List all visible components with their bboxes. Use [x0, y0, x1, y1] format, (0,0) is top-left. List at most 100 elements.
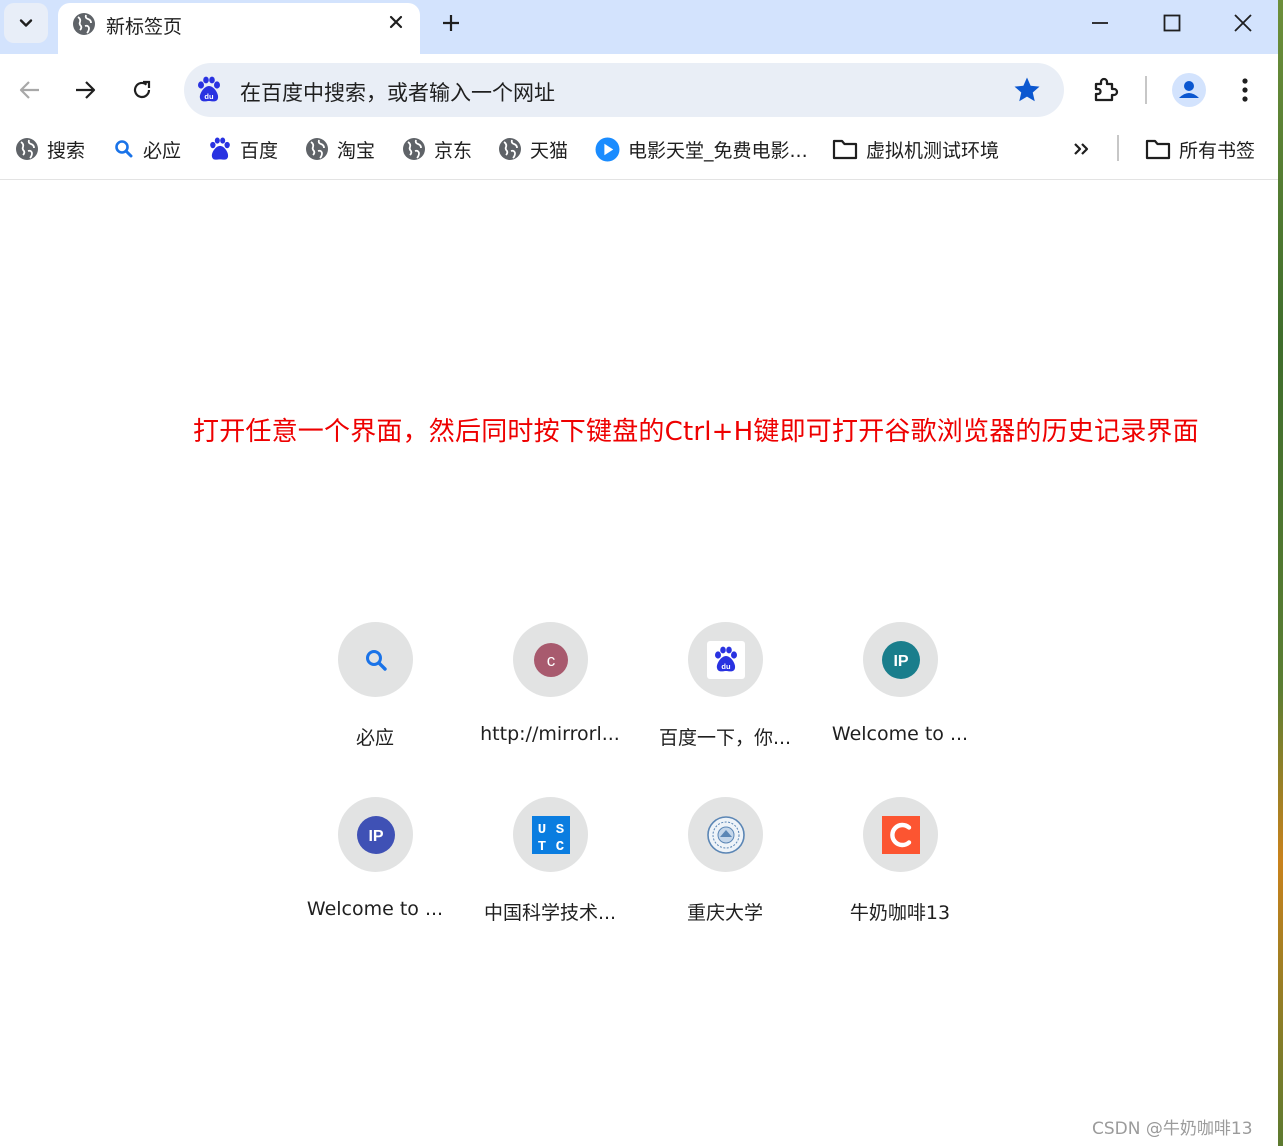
shortcut-tile[interactable]: c http://mirrorl... — [475, 622, 625, 772]
profile-button[interactable] — [1170, 71, 1208, 109]
shortcut-tile[interactable]: 牛奶咖啡13 — [825, 797, 975, 947]
baidu-icon — [210, 137, 230, 160]
active-tab[interactable]: 新标签页 — [58, 3, 420, 54]
bookmarks-divider — [1117, 135, 1119, 161]
svg-text:U: U — [537, 822, 545, 838]
ustc-icon: U S T C — [531, 815, 570, 854]
puzzle-icon — [1094, 77, 1119, 102]
bookmarks-overflow-button[interactable] — [1072, 134, 1090, 164]
extensions-button[interactable] — [1086, 71, 1124, 109]
shortcut-tile[interactable]: IP Welcome to ... — [300, 797, 450, 947]
shortcut-label: 百度一下，你... — [658, 727, 792, 749]
minimize-button[interactable] — [1064, 0, 1136, 46]
chevron-down-icon — [19, 19, 33, 27]
tab-search-button[interactable] — [4, 3, 48, 43]
bookmark-item[interactable]: 京东 — [402, 134, 472, 164]
arrow-left-icon — [19, 81, 39, 99]
maximize-icon — [1163, 14, 1181, 32]
bookmark-item[interactable]: 百度 — [208, 134, 278, 164]
search-icon — [115, 140, 133, 158]
shortcut-label: Welcome to ... — [306, 898, 444, 920]
shortcut-icon-circle — [863, 797, 938, 872]
shortcut-icon-circle: U S T C — [513, 797, 588, 872]
bookmark-item[interactable]: 必应 — [113, 134, 181, 164]
search-icon — [365, 649, 387, 671]
bookmark-item[interactable]: 电影天堂_免费电影... — [595, 134, 808, 164]
shortcut-icon-circle — [688, 797, 763, 872]
ip-icon: IP — [881, 640, 920, 679]
plus-icon — [443, 15, 459, 31]
letter-c-icon: c — [533, 642, 568, 677]
shortcut-icon-circle: du — [688, 622, 763, 697]
reload-icon — [133, 80, 151, 99]
bookmark-label: 虚拟机测试环境 — [866, 139, 1000, 162]
back-button[interactable] — [12, 72, 48, 108]
toolbar-divider — [1145, 76, 1147, 104]
toolbar: du 在百度中搜索，或者输入一个网址 — [0, 54, 1278, 126]
bookmark-item[interactable]: 天猫 — [498, 134, 568, 164]
forward-button[interactable] — [67, 72, 103, 108]
baidu-icon: du — [198, 76, 220, 102]
bookmark-label: 搜索 — [47, 139, 86, 162]
reload-button[interactable] — [124, 72, 160, 108]
play-icon — [595, 137, 620, 161]
folder-icon — [832, 139, 858, 160]
svg-text:IP: IP — [368, 828, 383, 845]
address-bar[interactable]: du 在百度中搜索，或者输入一个网址 — [184, 63, 1064, 117]
bookmark-label: 百度 — [240, 139, 279, 162]
maximize-button[interactable] — [1136, 0, 1208, 46]
close-icon — [389, 15, 403, 29]
globe-icon — [403, 138, 425, 160]
shortcut-tile[interactable]: du 百度一下，你... — [650, 622, 800, 772]
ip-icon: IP — [356, 815, 395, 854]
baidu-icon: du — [706, 640, 745, 679]
svg-text:T: T — [537, 839, 545, 854]
shortcut-tile[interactable]: 必应 — [300, 622, 450, 772]
shortcut-label: Welcome to ... — [831, 723, 969, 745]
menu-button[interactable] — [1226, 71, 1264, 109]
shortcut-tile[interactable]: U S T C 中国科学技术... — [475, 797, 625, 947]
bookmark-label: 天猫 — [530, 139, 569, 162]
tab-close-button[interactable] — [384, 10, 408, 34]
svg-text:du: du — [721, 662, 731, 671]
bookmark-folder[interactable]: 虚拟机测试环境 — [832, 134, 999, 164]
double-chevron-right-icon — [1074, 143, 1089, 155]
folder-icon — [1145, 139, 1171, 160]
close-window-button[interactable] — [1207, 0, 1279, 46]
arrow-right-icon — [76, 81, 96, 99]
bookmark-star-icon[interactable] — [1012, 75, 1042, 105]
csdn-c-icon — [881, 815, 920, 854]
shortcut-tile[interactable]: IP Welcome to ... — [825, 622, 975, 772]
shortcut-label: 必应 — [355, 727, 394, 749]
bookmark-label: 电影天堂_免费电影... — [628, 139, 808, 162]
bookmark-label: 京东 — [434, 139, 473, 162]
bookmark-label: 必应 — [143, 139, 182, 162]
address-bar-text: 在百度中搜索，或者输入一个网址 — [240, 81, 555, 105]
globe-icon — [499, 138, 521, 160]
more-vertical-icon — [1242, 78, 1248, 102]
university-seal-icon — [706, 815, 745, 854]
svg-text:IP: IP — [893, 653, 908, 670]
close-icon — [1234, 14, 1252, 32]
new-tab-button[interactable] — [434, 6, 468, 40]
all-bookmarks-button[interactable]: 所有书签 — [1145, 134, 1255, 164]
bookmarks-bar: 搜索 必应 百度 淘宝 京东 天猫 电影天堂_免费电影... 虚拟机测试环境 所… — [0, 126, 1278, 180]
minimize-icon — [1092, 22, 1108, 24]
bookmark-item[interactable]: 淘宝 — [305, 134, 375, 164]
all-bookmarks-label: 所有书签 — [1179, 139, 1256, 162]
shortcut-icon-circle: IP — [338, 797, 413, 872]
avatar-icon — [1172, 73, 1206, 107]
globe-icon — [306, 138, 328, 160]
shortcut-tile[interactable]: 重庆大学 — [650, 797, 800, 947]
shortcut-icon-circle: IP — [863, 622, 938, 697]
tab-strip: 新标签页 — [0, 0, 1278, 54]
shortcut-icon-circle: c — [513, 622, 588, 697]
shortcut-label: 牛奶咖啡13 — [849, 902, 951, 924]
svg-text:S: S — [555, 822, 563, 838]
csdn-watermark: CSDN @牛奶咖啡13 — [1092, 1119, 1253, 1139]
desktop-background-edge — [1278, 0, 1283, 1146]
svg-text:du: du — [204, 92, 214, 101]
bookmark-label: 淘宝 — [337, 139, 376, 162]
bookmark-item[interactable]: 搜索 — [15, 134, 85, 164]
shortcut-label: http://mirrorl... — [480, 723, 620, 745]
